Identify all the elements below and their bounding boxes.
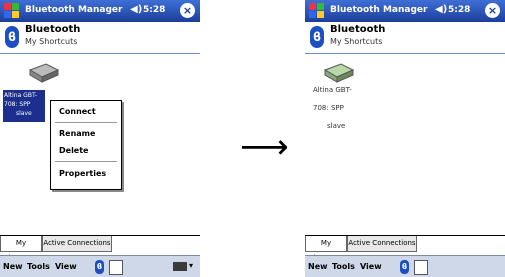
menu-bar: New Tools View ϐ ▾ (0, 255, 200, 277)
tab-strip: My Shortcuts Active Connections (305, 235, 505, 262)
header-divider (0, 53, 200, 54)
tab-my-shortcuts[interactable]: My Shortcuts (0, 236, 42, 262)
device-label-line1[interactable]: Altina GBT- (313, 86, 352, 94)
clock[interactable]: 5:28 (143, 5, 165, 15)
clock[interactable]: 5:28 (448, 5, 470, 15)
bluetooth-icon[interactable]: ϐ (400, 260, 409, 274)
app-title: Bluetooth Manager (25, 5, 123, 15)
close-button[interactable]: × (180, 3, 195, 18)
serial-device-icon[interactable] (28, 60, 60, 84)
list-view-icon[interactable] (109, 260, 123, 275)
menu-item-delete[interactable]: Delete (59, 146, 88, 155)
right-screen: Bluetooth Manager ◀) 5:28 × ϐ Bluetooth … (305, 0, 505, 277)
tab-active-connections[interactable]: Active Connections (347, 236, 417, 252)
left-screen: Bluetooth Manager ◀) 5:28 × ϐ Bluetooth … (0, 0, 200, 277)
menu-separator (55, 161, 117, 162)
page-title: Bluetooth (25, 24, 81, 35)
page-header: ϐ Bluetooth My Shortcuts (0, 22, 200, 54)
title-bar: Bluetooth Manager ◀) 5:28 × (305, 0, 505, 22)
speaker-icon[interactable]: ◀) (435, 4, 447, 15)
device-label-line3: slave (16, 110, 32, 117)
menu-new[interactable]: New (3, 262, 23, 271)
list-view-icon[interactable] (414, 260, 428, 275)
menu-tools[interactable]: Tools (332, 262, 355, 271)
menu-separator (55, 122, 117, 123)
menu-item-connect[interactable]: Connect (59, 107, 96, 116)
page-header: ϐ Bluetooth My Shortcuts (305, 22, 505, 54)
title-bar: Bluetooth Manager ◀) 5:28 × (0, 0, 200, 22)
menu-item-properties[interactable]: Properties (59, 169, 106, 178)
menu-new[interactable]: New (308, 262, 328, 271)
app-title: Bluetooth Manager (330, 5, 428, 15)
tab-active-connections[interactable]: Active Connections (42, 236, 112, 252)
selected-device-label[interactable]: Altina GBT- 708: SPP slave (3, 90, 45, 122)
bluetooth-icon: ϐ (5, 26, 19, 48)
bluetooth-icon: ϐ (310, 26, 324, 48)
chevron-down-icon[interactable]: ▾ (189, 261, 193, 270)
tab-strip: My Shortcuts Active Connections (0, 235, 200, 262)
device-label-line1: Altina GBT- (4, 92, 38, 99)
connected-device-icon[interactable] (323, 60, 355, 84)
menu-bar: New Tools View ϐ (305, 255, 505, 277)
page-subtitle: My Shortcuts (25, 37, 78, 46)
context-menu: Connect Rename Delete Properties (50, 100, 122, 190)
menu-item-rename[interactable]: Rename (59, 129, 95, 138)
transition-arrow: ⟶ (240, 127, 289, 167)
menu-view[interactable]: View (360, 262, 382, 271)
page-subtitle: My Shortcuts (330, 37, 383, 46)
bluetooth-icon[interactable]: ϐ (95, 260, 104, 274)
device-label-line3[interactable]: slave (327, 122, 345, 130)
device-label-line2[interactable]: 708: SPP (313, 104, 344, 112)
windows-start-icon[interactable] (308, 2, 326, 20)
menu-view[interactable]: View (55, 262, 77, 271)
tab-my-shortcuts[interactable]: My Shortcuts (305, 236, 347, 262)
device-label-line2: 708: SPP (4, 101, 31, 108)
windows-start-icon[interactable] (3, 2, 21, 20)
page-title: Bluetooth (330, 24, 386, 35)
header-divider (305, 53, 505, 54)
speaker-icon[interactable]: ◀) (130, 4, 142, 15)
menu-tools[interactable]: Tools (27, 262, 50, 271)
keyboard-icon[interactable] (173, 262, 187, 271)
close-button[interactable]: × (485, 3, 500, 18)
